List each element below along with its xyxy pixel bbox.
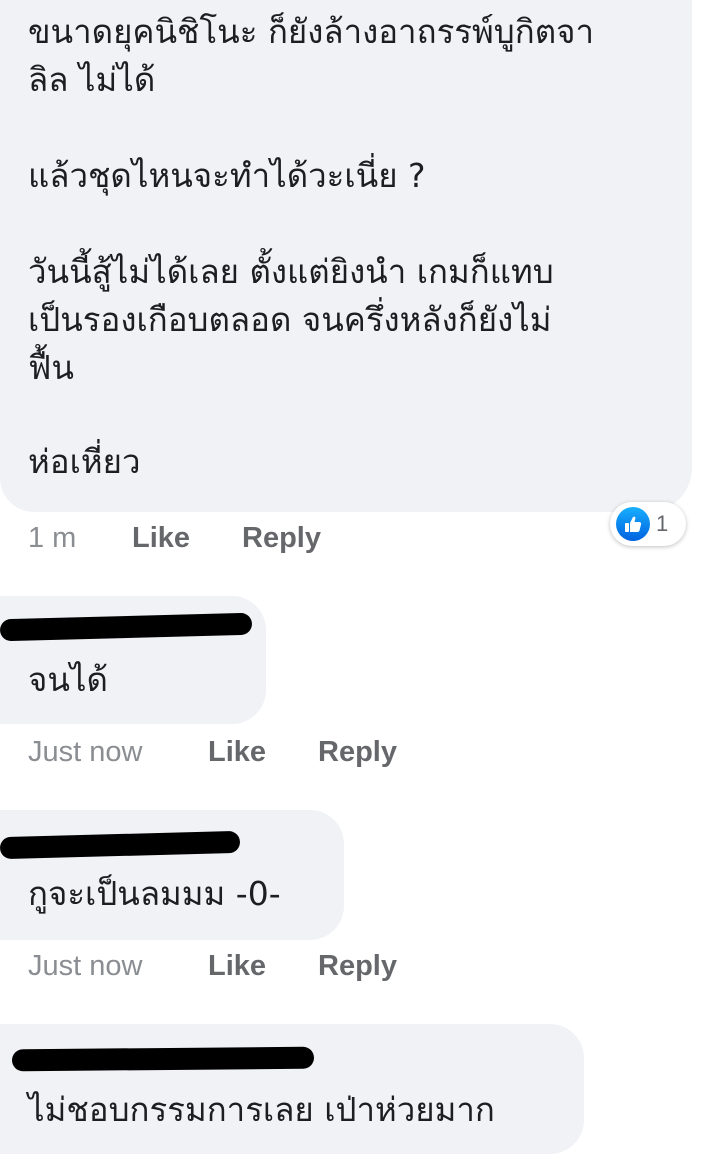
comment-text-line: ขนาดยุคนิชิโนะ ก็ยังล้างอาถรรพ์บูกิตจา [28,12,594,51]
like-button[interactable]: Like [208,736,266,769]
redacted-author-name [11,1046,315,1072]
comment-timestamp: Just now [28,950,143,982]
like-button[interactable]: Like [132,522,190,555]
comment-text-line: ฟื้น [28,348,74,387]
redacted-author-name [0,830,241,860]
like-button[interactable]: Like [208,950,266,983]
comment-text-line: ลิล ไม่ได้ [28,60,156,99]
comment-bubble-4: ไม่ชอบกรรมการเลย เป่าห่วยมาก [0,1024,584,1154]
reply-button[interactable]: Reply [318,736,397,769]
comment-timestamp: 1 m [28,522,77,554]
reply-button[interactable]: Reply [318,950,397,983]
comment-text: กูจะเป็นลมมม -0- [28,874,281,913]
comment-text: ไม่ชอบกรรมการเลย เป่าห่วยมาก [28,1090,495,1129]
redacted-author-name [0,612,253,642]
comment-text-line: วันนี้สู้ไม่ได้เลย ตั้งแต่ยิงนำ เกมก็แทบ [28,252,554,291]
reaction-count: 1 [656,511,669,536]
reaction-summary[interactable]: 1 [610,502,686,546]
comment-text-line: แล้วชุดไหนจะทำได้วะเนี่ย ? [28,156,426,195]
comment-bubble-2: จนได้ [0,596,266,724]
comment-timestamp: Just now [28,736,143,768]
reply-button[interactable]: Reply [242,522,321,555]
comment-text-line: เป็นรองเกือบตลอด จนครึ่งหลังก็ยังไม่ [28,300,552,339]
thumbs-up-icon [616,507,650,541]
comment-text: จนได้ [28,660,108,699]
comment-bubble-3: กูจะเป็นลมมม -0- [0,810,344,940]
comment-bubble-1: ขนาดยุคนิชิโนะ ก็ยังล้างอาถรรพ์บูกิตจา ล… [0,0,692,512]
comment-text-line: ห่อเหี่ยว [28,442,141,481]
